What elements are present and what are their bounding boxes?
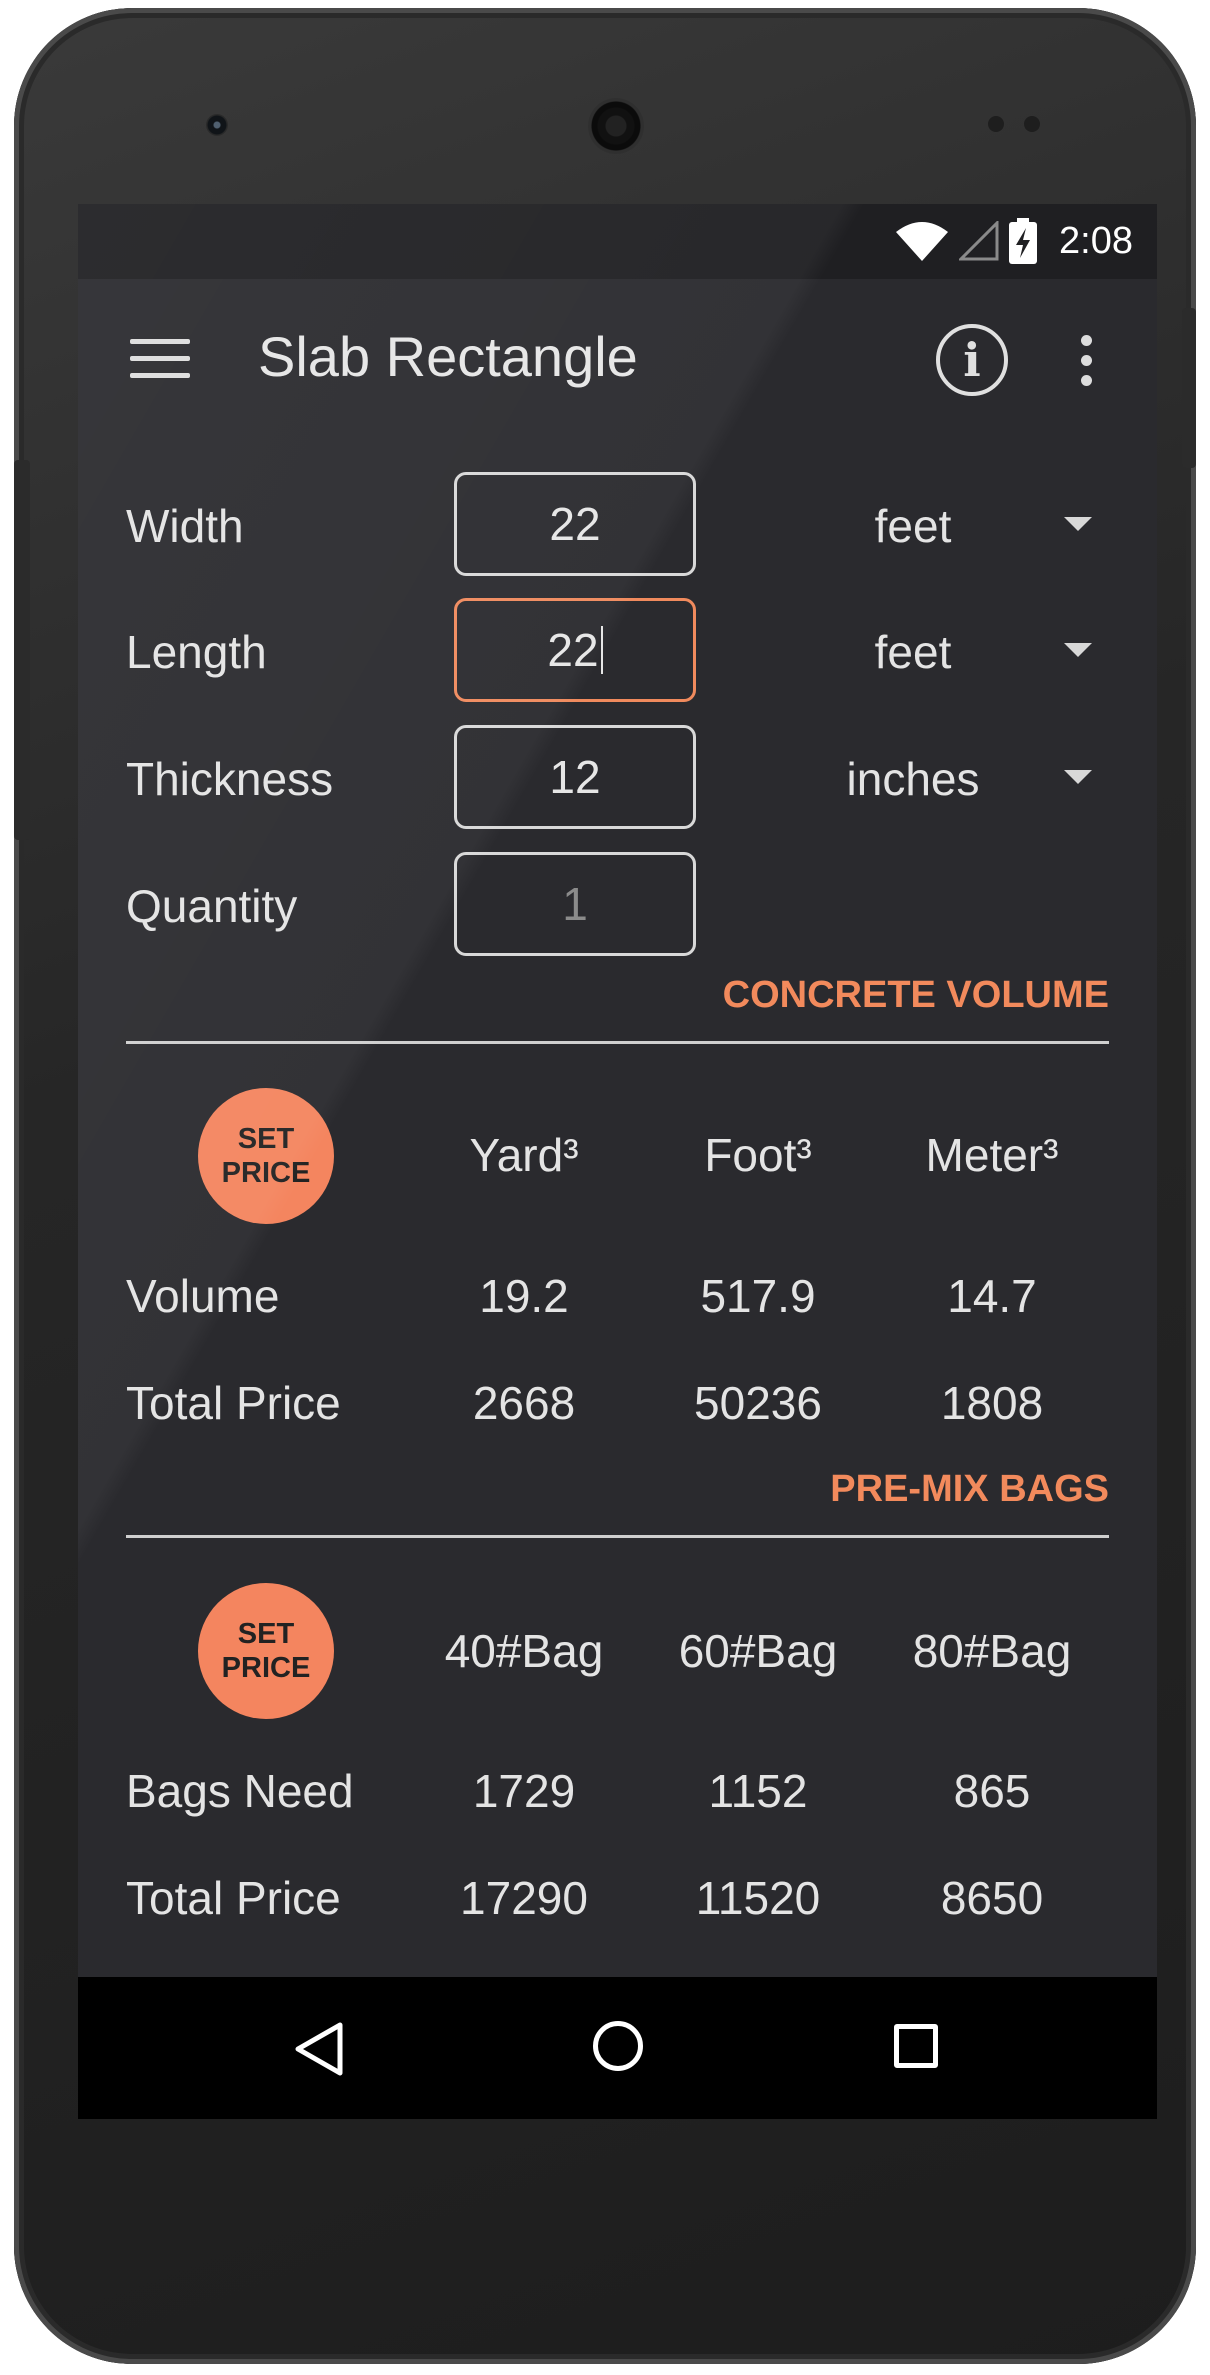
width-unit-select[interactable]: feet bbox=[808, 499, 1018, 553]
concrete-volume-title: CONCRETE VOLUME bbox=[722, 974, 1109, 1016]
volume-meter-value: 14.7 bbox=[947, 1270, 1037, 1322]
bags-price-40-value: 17290 bbox=[460, 1872, 588, 1924]
more-vert-icon[interactable] bbox=[1076, 335, 1096, 391]
price-meter-value: 1808 bbox=[940, 1377, 1044, 1429]
total-price-label: Total Price bbox=[126, 1377, 341, 1429]
set-price-button[interactable]: SET PRICE bbox=[198, 1088, 334, 1224]
column-header-foot: Foot³ bbox=[704, 1129, 812, 1181]
length-unit-select[interactable]: feet bbox=[808, 625, 1018, 679]
menu-icon[interactable] bbox=[130, 339, 190, 385]
column-header-40-bag: 40#Bag bbox=[444, 1625, 604, 1677]
volume-label: Volume bbox=[126, 1270, 280, 1322]
screen: 2:08 Slab Rectangle i Width 22 feet Leng… bbox=[78, 204, 1157, 2119]
thickness-label: Thickness bbox=[126, 753, 334, 805]
phone-frame: 2:08 Slab Rectangle i Width 22 feet Leng… bbox=[14, 8, 1196, 2364]
length-input[interactable]: 22 bbox=[454, 598, 696, 702]
dropdown-arrow-icon[interactable] bbox=[1064, 517, 1092, 531]
app-bar: Slab Rectangle i bbox=[78, 279, 1157, 449]
status-time: 2:08 bbox=[1059, 219, 1133, 262]
nav-recents-icon[interactable] bbox=[894, 2024, 938, 2068]
column-header-80-bag: 80#Bag bbox=[912, 1625, 1072, 1677]
navigation-bar bbox=[78, 1977, 1157, 2119]
earpiece-speaker bbox=[588, 98, 644, 154]
divider bbox=[126, 1041, 1109, 1044]
bags-60-value: 1152 bbox=[708, 1765, 808, 1817]
width-input[interactable]: 22 bbox=[454, 472, 696, 576]
quantity-label: Quantity bbox=[126, 880, 298, 932]
wifi-icon bbox=[896, 222, 949, 261]
power-button bbox=[1182, 308, 1196, 468]
divider bbox=[126, 1535, 1109, 1538]
nav-back-icon[interactable] bbox=[292, 2021, 344, 2077]
set-price-bags-button[interactable]: SET PRICE bbox=[198, 1583, 334, 1719]
price-yard-value: 2668 bbox=[472, 1377, 576, 1429]
length-label: Length bbox=[126, 626, 267, 678]
bags-need-label: Bags Need bbox=[126, 1765, 354, 1817]
nav-home-icon[interactable] bbox=[593, 2021, 643, 2071]
thickness-unit-select[interactable]: inches bbox=[808, 752, 1018, 806]
quantity-input[interactable]: 1 bbox=[454, 852, 696, 956]
volume-yard-value: 19.2 bbox=[479, 1270, 569, 1322]
column-header-meter: Meter³ bbox=[925, 1129, 1059, 1181]
status-bar: 2:08 bbox=[78, 204, 1157, 279]
bags-40-value: 1729 bbox=[472, 1765, 576, 1817]
volume-foot-value: 517.9 bbox=[700, 1270, 816, 1322]
price-foot-value: 50236 bbox=[694, 1377, 822, 1429]
thickness-input[interactable]: 12 bbox=[454, 725, 696, 829]
bags-80-value: 865 bbox=[953, 1765, 1031, 1817]
volume-button bbox=[14, 460, 30, 840]
bags-price-60-value: 11520 bbox=[695, 1872, 821, 1924]
column-header-yard: Yard³ bbox=[469, 1129, 579, 1181]
dropdown-arrow-icon[interactable] bbox=[1064, 770, 1092, 784]
bags-price-80-value: 8650 bbox=[940, 1872, 1044, 1924]
battery-charging-icon bbox=[1009, 218, 1038, 264]
bags-total-price-label: Total Price bbox=[126, 1872, 341, 1924]
page-title: Slab Rectangle bbox=[258, 325, 638, 388]
proximity-sensor bbox=[988, 116, 1004, 132]
text-caret bbox=[600, 626, 603, 674]
pre-mix-bags-title: PRE-MIX BAGS bbox=[830, 1468, 1109, 1510]
length-input-value: 22 bbox=[547, 624, 599, 676]
info-icon[interactable]: i bbox=[936, 324, 1008, 396]
front-camera bbox=[206, 114, 228, 136]
width-label: Width bbox=[126, 500, 244, 552]
column-header-60-bag: 60#Bag bbox=[678, 1625, 838, 1677]
light-sensor bbox=[1024, 116, 1040, 132]
dropdown-arrow-icon[interactable] bbox=[1064, 643, 1092, 657]
signal-icon bbox=[959, 221, 999, 261]
